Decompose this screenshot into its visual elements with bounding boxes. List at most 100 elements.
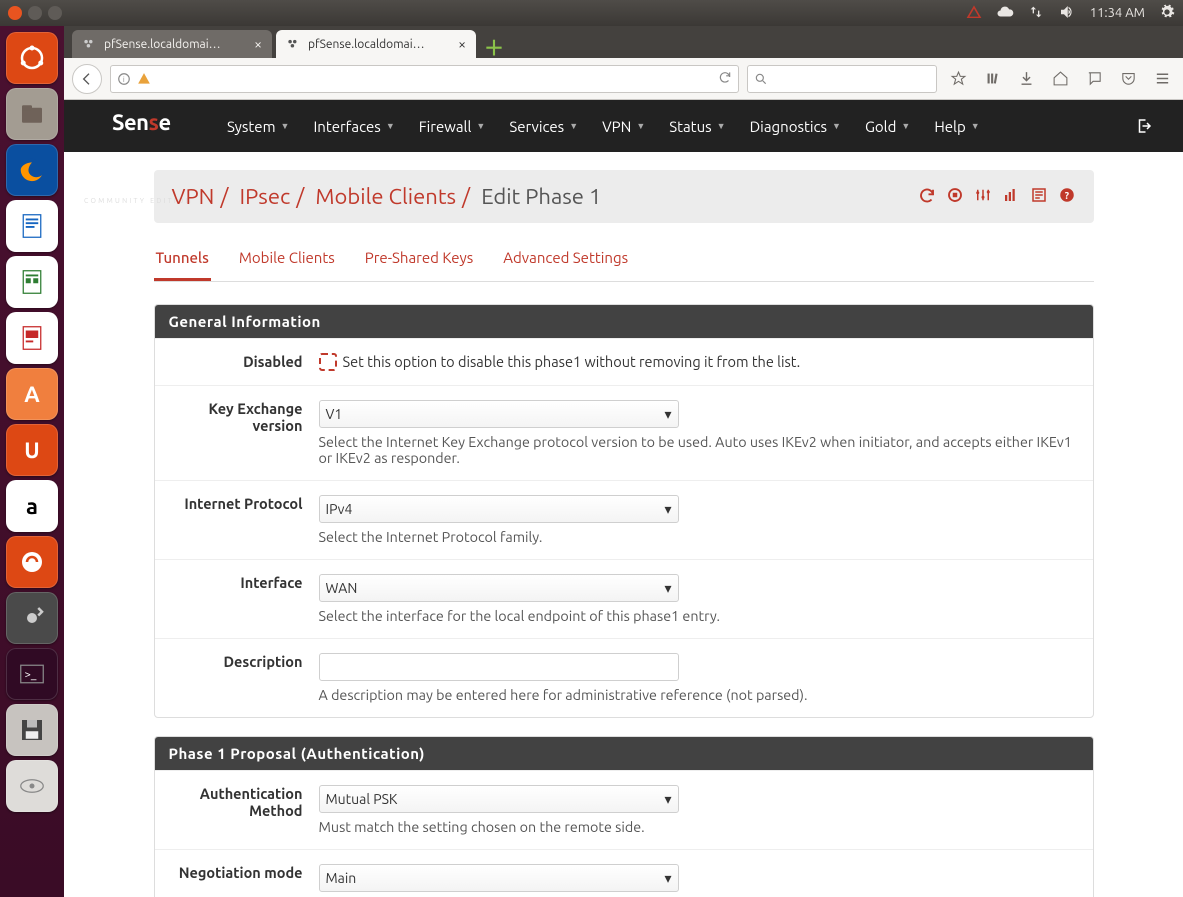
window-maximize-button[interactable] xyxy=(48,6,62,20)
nav-vpn[interactable]: VPN▼ xyxy=(592,118,655,135)
breadcrumb-mobile-clients[interactable]: Mobile Clients xyxy=(315,184,456,209)
field-label-description: Description xyxy=(169,653,319,703)
panel-heading: General Information xyxy=(155,305,1093,338)
clock[interactable]: 11:34 AM xyxy=(1090,6,1145,20)
chart-icon[interactable] xyxy=(1002,186,1020,208)
settings-icon[interactable] xyxy=(1159,4,1175,23)
launcher-floppy-icon[interactable] xyxy=(6,704,58,756)
identity-warning-icon[interactable] xyxy=(137,72,151,86)
bookmark-star-button[interactable] xyxy=(945,66,971,92)
launcher-writer-icon[interactable] xyxy=(6,200,58,252)
negotiation-mode-select[interactable]: Main▾ xyxy=(319,864,679,892)
nav-interfaces[interactable]: Interfaces▼ xyxy=(303,118,404,135)
phase1-proposal-panel: Phase 1 Proposal (Authentication) Authen… xyxy=(154,736,1094,897)
launcher-calc-icon[interactable] xyxy=(6,256,58,308)
disabled-checkbox[interactable] xyxy=(319,353,337,371)
breadcrumb-bar: VPN/ IPsec/ Mobile Clients/ Edit Phase 1… xyxy=(154,170,1094,223)
launcher-impress-icon[interactable] xyxy=(6,312,58,364)
reload-button[interactable] xyxy=(718,70,732,88)
sound-icon[interactable] xyxy=(1058,3,1076,24)
chevron-down-icon: ▾ xyxy=(664,870,671,887)
page-viewport: Sense COMMUNITY EDITION System▼ Interfac… xyxy=(64,100,1183,897)
service-restart-icon[interactable] xyxy=(918,186,936,208)
help-icon[interactable]: ? xyxy=(1058,186,1076,208)
nav-diagnostics[interactable]: Diagnostics▼ xyxy=(740,118,851,135)
unity-launcher: A U a >_ xyxy=(0,26,64,897)
browser-tab[interactable]: pfSense.localdomai… × xyxy=(276,30,476,58)
library-button[interactable] xyxy=(979,66,1005,92)
launcher-amazon-icon[interactable]: a xyxy=(6,480,58,532)
nav-system[interactable]: System▼ xyxy=(217,118,299,135)
internet-protocol-select[interactable]: IPv4▾ xyxy=(319,495,679,523)
nav-services[interactable]: Services▼ xyxy=(499,118,588,135)
window-close-button[interactable] xyxy=(8,6,22,20)
breadcrumb-current: Edit Phase 1 xyxy=(481,184,601,209)
launcher-music-icon[interactable] xyxy=(6,536,58,588)
launcher-settings-icon[interactable] xyxy=(6,592,58,644)
tab-advanced-settings[interactable]: Advanced Settings xyxy=(501,241,630,281)
tab-pre-shared-keys[interactable]: Pre-Shared Keys xyxy=(363,241,476,281)
tab-mobile-clients[interactable]: Mobile Clients xyxy=(237,241,337,281)
search-icon xyxy=(754,72,768,86)
chevron-down-icon: ▾ xyxy=(664,406,671,423)
tab-tunnels[interactable]: Tunnels xyxy=(154,241,211,281)
launcher-ubuntuone-icon[interactable]: U xyxy=(6,424,58,476)
service-stop-icon[interactable] xyxy=(946,186,964,208)
interface-select[interactable]: WAN▾ xyxy=(319,574,679,602)
launcher-firefox-icon[interactable] xyxy=(6,144,58,196)
logout-button[interactable] xyxy=(1125,117,1163,135)
description-input[interactable] xyxy=(319,653,679,681)
auth-method-select[interactable]: Mutual PSK▾ xyxy=(319,785,679,813)
home-button[interactable] xyxy=(1047,66,1073,92)
search-bar[interactable] xyxy=(747,65,937,93)
breadcrumb-ipsec[interactable]: IPsec xyxy=(240,184,291,209)
warning-icon[interactable] xyxy=(966,4,982,23)
tab-close-icon[interactable]: × xyxy=(458,36,466,52)
field-label-interface: Interface xyxy=(169,574,319,624)
pfsense-favicon xyxy=(82,37,96,51)
cloud-icon[interactable] xyxy=(996,3,1014,24)
key-exchange-help: Select the Internet Key Exchange protoco… xyxy=(319,434,1079,466)
breadcrumb: VPN/ IPsec/ Mobile Clients/ Edit Phase 1 xyxy=(172,184,602,209)
launcher-files-icon[interactable] xyxy=(6,88,58,140)
tab-title: pfSense.localdomai… xyxy=(104,38,221,51)
tab-title: pfSense.localdomai… xyxy=(308,38,425,51)
tab-close-icon[interactable]: × xyxy=(254,36,262,52)
browser-toolbar: i xyxy=(64,58,1183,100)
svg-text:i: i xyxy=(123,75,125,83)
launcher-terminal-icon[interactable]: >_ xyxy=(6,648,58,700)
new-tab-button[interactable]: ＋ xyxy=(480,34,508,58)
disabled-help: Set this option to disable this phase1 w… xyxy=(343,353,801,370)
nav-gold[interactable]: Gold▼ xyxy=(855,118,920,135)
launcher-dash-icon[interactable] xyxy=(6,32,58,84)
pocket-button[interactable] xyxy=(1115,66,1141,92)
network-icon[interactable] xyxy=(1028,4,1044,23)
launcher-software-icon[interactable]: A xyxy=(6,368,58,420)
window-controls xyxy=(8,6,62,20)
nav-status[interactable]: Status▼ xyxy=(659,118,735,135)
browser-tab[interactable]: pfSense.localdomai… × xyxy=(72,30,272,58)
downloads-button[interactable] xyxy=(1013,66,1039,92)
auth-method-help: Must match the setting chosen on the rem… xyxy=(319,819,1079,835)
window-minimize-button[interactable] xyxy=(28,6,42,20)
svg-text:>_: >_ xyxy=(25,669,37,681)
nav-firewall[interactable]: Firewall▼ xyxy=(409,118,496,135)
firefox-window: pfSense.localdomai… × pfSense.localdomai… xyxy=(64,26,1183,897)
back-button[interactable] xyxy=(72,64,102,94)
chat-icon[interactable] xyxy=(1081,66,1107,92)
field-label-internet-protocol: Internet Protocol xyxy=(169,495,319,545)
launcher-drive-icon[interactable] xyxy=(6,760,58,812)
breadcrumb-vpn[interactable]: VPN xyxy=(172,184,215,209)
key-exchange-select[interactable]: V1▾ xyxy=(319,400,679,428)
sliders-icon[interactable] xyxy=(974,186,992,208)
field-label-key-exchange: Key Exchange version xyxy=(169,400,319,466)
panel-heading: Phase 1 Proposal (Authentication) xyxy=(155,737,1093,770)
nav-help[interactable]: Help▼ xyxy=(924,118,989,135)
url-bar[interactable]: i xyxy=(110,65,739,93)
identity-info-icon[interactable]: i xyxy=(117,72,131,86)
log-icon[interactable] xyxy=(1030,186,1048,208)
field-label-auth-method: Authentication Method xyxy=(169,785,319,835)
menu-button[interactable] xyxy=(1149,66,1175,92)
page-tabs: Tunnels Mobile Clients Pre-Shared Keys A… xyxy=(154,241,1094,282)
chevron-down-icon: ▾ xyxy=(664,791,671,808)
